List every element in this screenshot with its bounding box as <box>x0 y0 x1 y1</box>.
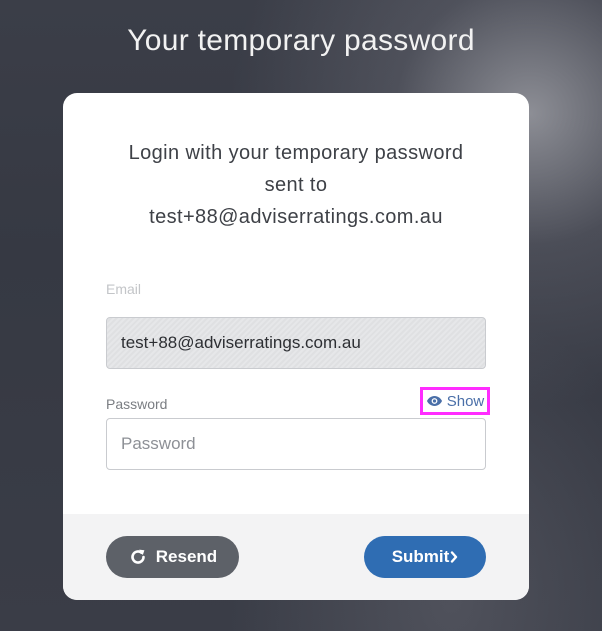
submit-button[interactable]: Submit <box>364 536 486 578</box>
submit-label: Submit <box>391 547 450 566</box>
intro-line-3: test+88@adviserratings.com.au <box>149 206 443 228</box>
intro-line-1: Login with your temporary password <box>128 142 464 164</box>
resend-label: Resend <box>155 547 218 566</box>
login-card: Login with your temporary password sent … <box>63 93 529 600</box>
card-footer: Resend Submit <box>63 514 529 600</box>
password-field[interactable] <box>106 418 486 470</box>
card-body: Login with your temporary password sent … <box>63 93 529 514</box>
show-label: Show <box>446 392 485 410</box>
resend-button[interactable]: Resend <box>106 536 239 578</box>
eye-icon <box>426 395 443 407</box>
page-background: Your temporary password Login with your … <box>0 0 602 631</box>
intro-text: Login with your temporary password sent … <box>83 137 509 233</box>
email-field[interactable] <box>106 317 486 369</box>
page-title: Your temporary password <box>127 24 475 57</box>
email-label: Email <box>106 281 142 297</box>
show-password-toggle[interactable]: Show <box>420 387 490 415</box>
chevron-right-icon <box>450 551 458 563</box>
refresh-icon <box>128 547 148 567</box>
intro-line-2: sent to <box>264 174 328 196</box>
password-label: Password <box>106 396 168 412</box>
